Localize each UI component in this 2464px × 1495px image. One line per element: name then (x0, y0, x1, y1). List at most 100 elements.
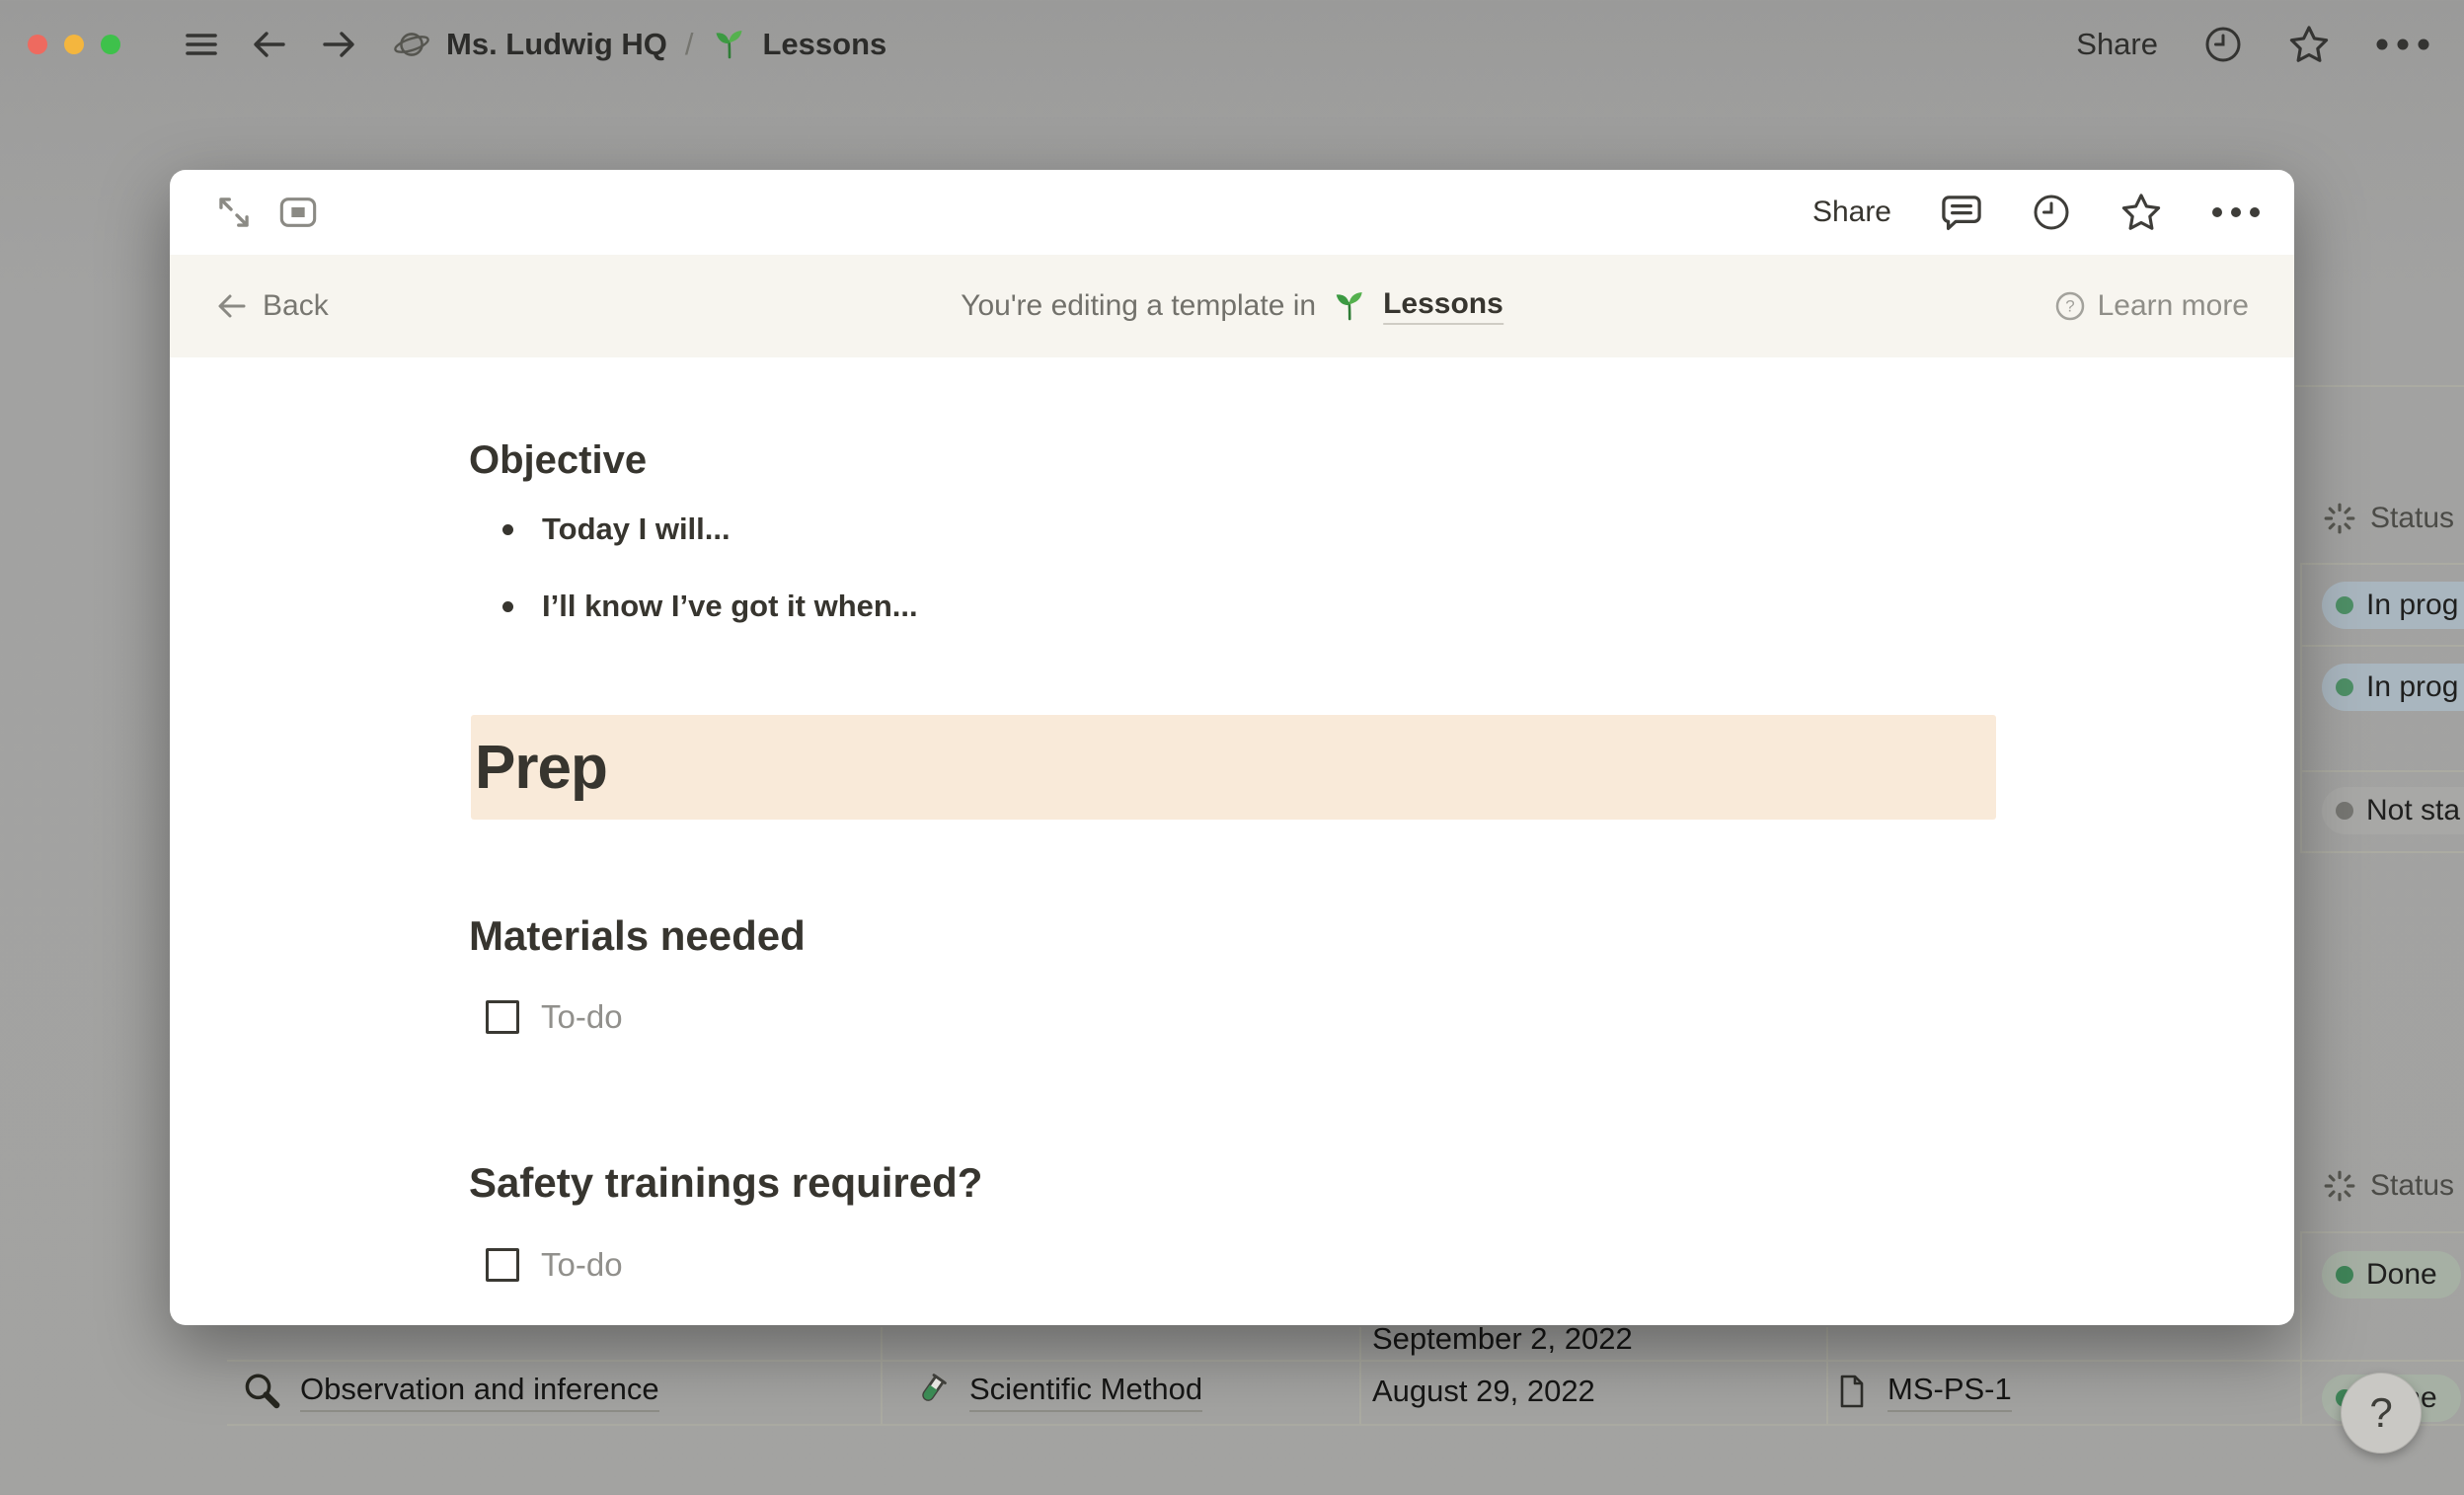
seedling-icon (1332, 288, 1367, 324)
banner-message-text: You're editing a template in (961, 289, 1316, 323)
svg-text:?: ? (2065, 297, 2074, 316)
table-divider (2300, 1231, 2302, 1426)
table-divider (1826, 1327, 1828, 1424)
help-button[interactable]: ? (2341, 1373, 2422, 1454)
table-divider (2295, 385, 2464, 387)
objective-heading: Objective (469, 433, 647, 488)
table-cell-text: Observation and inference (300, 1372, 659, 1412)
window-share-button[interactable]: Share (2076, 27, 2158, 62)
status-badge[interactable]: Done (2322, 1251, 2461, 1298)
window-favorite-star-icon[interactable] (2288, 24, 2330, 65)
table-divider (2300, 851, 2464, 853)
todo-item: To-do (469, 1239, 623, 1291)
table-divider (227, 1424, 2464, 1426)
learn-more-button[interactable]: ? Learn more (2054, 289, 2249, 323)
sidebar-menu-icon[interactable] (184, 27, 219, 62)
table-cell-date[interactable]: August 29, 2022 (1372, 1367, 1595, 1416)
status-column-label: Status (2370, 1169, 2454, 1203)
template-page-content: Objective Today I will... I’ll know I’ve… (170, 357, 2294, 1325)
template-banner: Back You're editing a template in Lesson… (170, 255, 2294, 357)
learn-more-label: Learn more (2098, 289, 2249, 323)
table-divider (2300, 563, 2464, 565)
todo-checkbox[interactable] (486, 1248, 519, 1282)
back-arrow-icon[interactable] (251, 26, 288, 63)
test-tube-icon (910, 1371, 952, 1412)
breadcrumb-page[interactable]: Lessons (763, 27, 887, 62)
titlebar-actions: Share (2076, 24, 2430, 65)
status-property-icon (2323, 502, 2356, 535)
favorite-star-icon[interactable] (2120, 192, 2162, 233)
status-badge-label: Done (2366, 1258, 2437, 1292)
page-icon (1834, 1374, 1870, 1409)
table-divider (881, 1327, 883, 1424)
bullet-text: Today I will... (542, 511, 731, 547)
status-badge[interactable]: In prog (2322, 664, 2464, 711)
status-property-icon (2323, 1169, 2356, 1203)
back-button-label: Back (263, 289, 329, 323)
table-divider (2300, 645, 2464, 647)
status-badge-label: In prog (2366, 589, 2458, 622)
bullet-item: I’ll know I’ve got it when... (469, 581, 918, 632)
table-cell-text: August 29, 2022 (1372, 1374, 1595, 1409)
banner-template-link[interactable]: Lessons (1383, 287, 1503, 325)
workspace-planet-icon (393, 26, 430, 63)
status-column-header[interactable]: Status (2323, 1169, 2454, 1203)
window-titlebar: Ms. Ludwig HQ / Lessons Share (0, 0, 2464, 89)
prep-highlight-block: Prep (471, 715, 1996, 820)
status-dot (2336, 678, 2353, 696)
breadcrumb-workspace[interactable]: Ms. Ludwig HQ (446, 27, 667, 62)
bullet-dot (502, 601, 513, 612)
status-dot (2336, 802, 2353, 820)
table-cell-lesson-title[interactable]: Observation and inference (241, 1367, 659, 1416)
back-button[interactable]: Back (215, 289, 329, 323)
breadcrumb-separator: / (685, 27, 694, 62)
expand-icon[interactable] (215, 194, 253, 231)
window-more-options-icon[interactable] (2375, 38, 2430, 51)
todo-item: To-do (469, 991, 623, 1043)
materials-heading: Materials needed (469, 908, 806, 964)
open-as-page-icon[interactable] (278, 195, 318, 230)
close-window-button[interactable] (28, 35, 47, 54)
table-cell-text: Scientific Method (969, 1372, 1202, 1412)
magnifier-icon (241, 1371, 282, 1412)
breadcrumb: Ms. Ludwig HQ / Lessons (393, 26, 886, 63)
status-badge[interactable]: Not sta (2322, 787, 2464, 834)
table-divider (2300, 1231, 2464, 1233)
history-clock-icon[interactable] (2032, 193, 2071, 232)
table-divider (1359, 1327, 1361, 1424)
table-divider (2300, 563, 2302, 851)
modal-toolbar: Share (170, 170, 2294, 255)
prep-heading: Prep (471, 733, 607, 803)
status-column-label: Status (2370, 502, 2454, 535)
todo-placeholder[interactable]: To-do (541, 1246, 623, 1284)
bullet-dot (502, 524, 513, 535)
status-dot (2336, 596, 2353, 614)
table-cell-standard[interactable]: MS-PS-1 (1834, 1367, 2012, 1416)
todo-checkbox[interactable] (486, 1000, 519, 1034)
table-cell-date-clipped[interactable]: September 2, 2022 (1372, 1321, 1633, 1357)
modal-share-button[interactable]: Share (1812, 196, 1891, 229)
window-history-clock-icon[interactable] (2203, 25, 2243, 64)
template-banner-message: You're editing a template in Lessons (961, 255, 1503, 357)
window-controls (28, 35, 120, 54)
comments-icon[interactable] (1941, 192, 1982, 233)
minimize-window-button[interactable] (64, 35, 84, 54)
table-divider (227, 1360, 2464, 1362)
table-cell-unit[interactable]: Scientific Method (910, 1367, 1202, 1416)
todo-placeholder[interactable]: To-do (541, 998, 623, 1036)
table-cell-text: MS-PS-1 (1887, 1372, 2012, 1412)
bullet-text: I’ll know I’ve got it when... (542, 589, 918, 624)
bullet-item: Today I will... (469, 504, 731, 555)
template-editor-modal: Share Back You're editing a template in (170, 170, 2294, 1325)
forward-arrow-icon[interactable] (320, 26, 357, 63)
status-badge-label: In prog (2366, 670, 2458, 704)
status-badge-label: Not sta (2366, 794, 2460, 827)
zoom-window-button[interactable] (101, 35, 120, 54)
page-seedling-icon (712, 27, 747, 62)
status-dot (2336, 1266, 2353, 1284)
status-column-header[interactable]: Status (2323, 502, 2454, 535)
more-options-icon[interactable] (2211, 206, 2261, 218)
status-badge[interactable]: In prog (2322, 582, 2464, 629)
table-divider (2300, 770, 2464, 772)
safety-heading: Safety trainings required? (469, 1155, 982, 1211)
